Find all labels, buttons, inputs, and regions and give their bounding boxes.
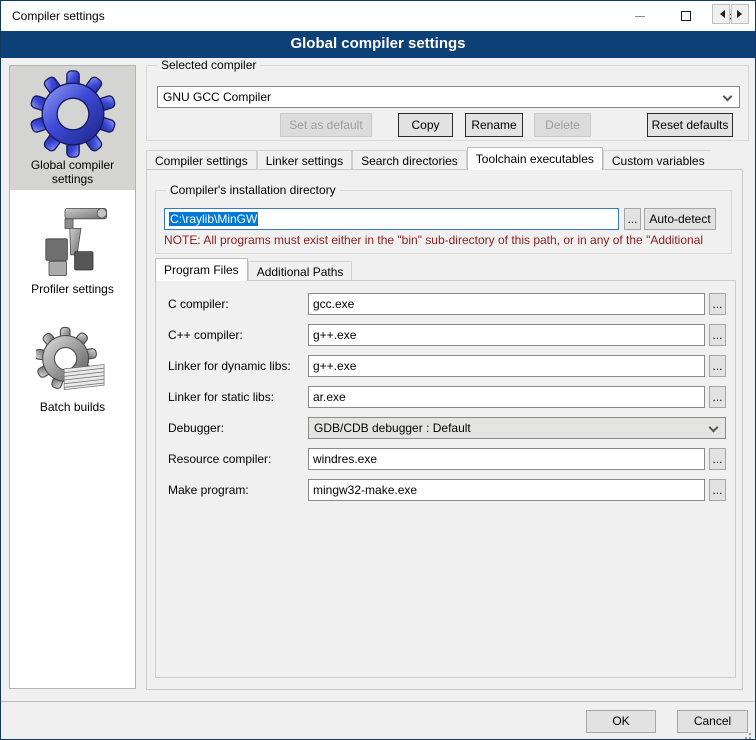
- selected-compiler-group: Selected compiler GNU GCC Compiler Set a…: [146, 65, 749, 141]
- footer-divider: [1, 701, 755, 702]
- sidebar-item-label: Batch builds: [10, 400, 135, 414]
- set-as-default-button[interactable]: Set as default: [280, 113, 372, 137]
- auto-detect-button[interactable]: Auto-detect: [644, 208, 716, 230]
- cpp-compiler-label: C++ compiler:: [168, 327, 243, 343]
- ok-button[interactable]: OK: [586, 710, 656, 733]
- selected-compiler-group-title: Selected compiler: [157, 58, 260, 72]
- caliper-icon: [33, 202, 113, 282]
- chevron-down-icon: [723, 92, 733, 102]
- settings-tab-strip: Compiler settings Linker settings Search…: [146, 147, 711, 170]
- chevron-down-icon: [709, 423, 719, 433]
- maximize-icon: [681, 11, 691, 21]
- minimize-button[interactable]: [617, 1, 663, 31]
- gear-blue-icon: [29, 70, 117, 158]
- tab-custom-variables[interactable]: Custom variables: [603, 150, 711, 170]
- sidebar-item-label: Global compiler settings: [10, 158, 135, 186]
- cpp-compiler-browse-button[interactable]: ...: [709, 324, 726, 346]
- sidebar-item-batch-builds[interactable]: Batch builds: [10, 322, 135, 414]
- minimize-icon: [635, 16, 645, 17]
- delete-button[interactable]: Delete: [534, 113, 591, 137]
- resource-compiler-input[interactable]: windres.exe: [308, 448, 705, 470]
- sidebar-item-profiler-settings[interactable]: Profiler settings: [10, 198, 135, 296]
- make-program-input[interactable]: mingw32-make.exe: [308, 479, 705, 501]
- debugger-select[interactable]: GDB/CDB debugger : Default: [308, 417, 726, 439]
- program-files-tab-strip: Program Files Additional Paths: [155, 258, 735, 281]
- tab-scroll-right-button[interactable]: [731, 4, 749, 24]
- install-dir-note: NOTE: All programs must exist either in …: [164, 233, 724, 247]
- linker-dynamic-label: Linker for dynamic libs:: [168, 358, 291, 374]
- linker-dynamic-input[interactable]: g++.exe: [308, 355, 705, 377]
- tab-toolchain-executables[interactable]: Toolchain executables: [467, 147, 603, 170]
- gear-stack-icon: [36, 326, 110, 400]
- program-files-page: C compiler: gcc.exe ... C++ compiler: g+…: [155, 280, 736, 678]
- install-dir-browse-button[interactable]: ...: [624, 208, 641, 230]
- compiler-select[interactable]: GNU GCC Compiler: [157, 86, 740, 108]
- make-program-label: Make program:: [168, 482, 249, 498]
- rename-button[interactable]: Rename: [465, 113, 523, 137]
- tab-scroll-left-button[interactable]: [712, 4, 730, 24]
- linker-static-input[interactable]: ar.exe: [308, 386, 705, 408]
- install-dir-selected-text: C:\raylib\MinGW: [169, 212, 258, 226]
- arrow-left-icon: [716, 10, 725, 18]
- c-compiler-label: C compiler:: [168, 296, 229, 312]
- arrow-right-icon: [737, 10, 746, 18]
- compiler-settings-dialog: Compiler settings Global compiler settin…: [0, 0, 756, 740]
- install-dir-input[interactable]: C:\raylib\MinGW: [164, 208, 619, 230]
- settings-sidebar: Global compiler settings Profiler settin…: [9, 65, 136, 689]
- tab-compiler-settings[interactable]: Compiler settings: [146, 150, 257, 170]
- resource-compiler-label: Resource compiler:: [168, 451, 271, 467]
- subtab-additional-paths[interactable]: Additional Paths: [248, 261, 353, 281]
- c-compiler-browse-button[interactable]: ...: [709, 293, 726, 315]
- c-compiler-input[interactable]: gcc.exe: [308, 293, 705, 315]
- subtab-program-files[interactable]: Program Files: [155, 258, 248, 281]
- install-dir-group-title: Compiler's installation directory: [166, 183, 340, 197]
- linker-static-label: Linker for static libs:: [168, 389, 274, 405]
- reset-defaults-button[interactable]: Reset defaults: [647, 113, 733, 137]
- resource-compiler-browse-button[interactable]: ...: [709, 448, 726, 470]
- linker-dynamic-browse-button[interactable]: ...: [709, 355, 726, 377]
- sidebar-item-global-compiler-settings[interactable]: Global compiler settings: [10, 66, 135, 190]
- make-program-browse-button[interactable]: ...: [709, 479, 726, 501]
- toolchain-executables-page: Compiler's installation directory C:\ray…: [146, 169, 743, 690]
- linker-static-browse-button[interactable]: ...: [709, 386, 726, 408]
- maximize-button[interactable]: [663, 1, 709, 31]
- tab-linker-settings[interactable]: Linker settings: [257, 150, 352, 170]
- window-title: Compiler settings: [12, 1, 105, 31]
- sidebar-item-label: Profiler settings: [10, 282, 135, 296]
- cpp-compiler-input[interactable]: g++.exe: [308, 324, 705, 346]
- title-bar: Compiler settings: [1, 1, 755, 31]
- debugger-select-value: GDB/CDB debugger : Default: [314, 421, 471, 435]
- dialog-header: Global compiler settings: [1, 31, 755, 58]
- copy-button[interactable]: Copy: [398, 113, 453, 137]
- debugger-label: Debugger:: [168, 420, 224, 436]
- tab-search-directories[interactable]: Search directories: [352, 150, 467, 170]
- compiler-select-value: GNU GCC Compiler: [163, 90, 271, 104]
- resize-grip[interactable]: [749, 733, 751, 735]
- cancel-button[interactable]: Cancel: [677, 710, 748, 733]
